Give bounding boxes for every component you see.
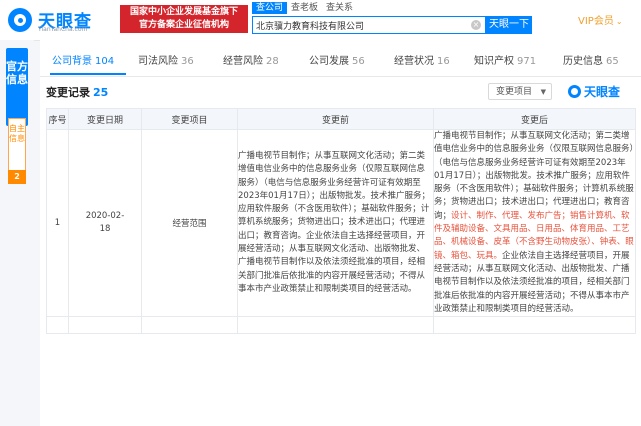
change-item: 经营范围 [141,128,238,318]
table-header-row: 序号 变更日期 变更项目 变更前 变更后 [46,108,636,130]
tab-label: 经营状况 [394,56,434,67]
table-row [46,316,636,335]
chevron-down-icon: ⌄ [615,17,623,26]
tianyancha-logo[interactable]: 天眼查 TianYanCha.com [8,4,113,36]
tab-label: 公司背景 [52,56,92,67]
eye-logo-icon [8,8,32,32]
table-row: 1 2020-02-18 经营范围 广播电视节目制作；从事互联网文化活动；第二类… [46,128,636,318]
tab-count: 971 [517,56,537,67]
search-tab-company[interactable]: 查公司 [252,2,288,14]
tab-business-status[interactable]: 经营状况 16 [394,52,450,67]
table-cell [46,316,69,335]
tab-count: 104 [95,56,115,67]
clear-icon[interactable]: × [471,20,481,30]
logo-domain: TianYanCha.com [38,26,88,33]
side-nav: 官方信息 自主信息 2 [0,40,34,426]
watermark-name: 天眼查 [584,85,621,99]
tab-count: 36 [181,56,194,67]
section-title: 变更记录 25 [46,84,108,100]
column-header: 变更项目 [141,108,238,130]
content-before: 广播电视节目制作；从事互联网文化活动；第二类增值电信业务中的信息服务业务（仅限互… [237,128,434,318]
eye-logo-icon [568,85,581,98]
side-tab-self-info[interactable]: 自主信息 [8,118,26,176]
vip-label: VIP会员 [578,16,614,27]
after-text-start: 广播电视节目制作；从事互联网文化活动；第二类增值电信业务中的信息服务业务（仅限互… [434,131,634,221]
change-records-table: 序号 变更日期 变更项目 变更前 变更后 1 2020-02-18 经营范围 广… [46,108,636,335]
banner-line-2: 官方备案企业征信机构 [138,20,229,30]
table-cell [68,316,142,335]
side-count-badge: 2 [8,170,26,184]
vip-menu[interactable]: VIP会员 ⌄ [578,12,623,27]
table-cell [237,316,434,335]
search-button[interactable]: 天眼一下 [486,16,532,34]
section-count: 25 [93,86,109,99]
change-date: 2020-02-18 [68,128,142,318]
tab-count: 56 [352,56,365,67]
tab-company-background[interactable]: 公司背景 104 [52,52,114,67]
change-item-filter[interactable]: 变更项目 ▼ [488,83,552,100]
column-header: 变更前 [237,108,434,130]
tab-operating-risk[interactable]: 经营风险 28 [223,52,279,67]
column-header: 序号 [46,108,69,130]
tab-judicial-risk[interactable]: 司法风险 36 [138,52,194,67]
search-tab-boss[interactable]: 查老板 [287,2,322,14]
row-index: 1 [46,128,69,318]
filter-label: 变更项目 [496,87,533,97]
tab-label: 知识产权 [474,56,514,67]
tab-label: 司法风险 [138,56,178,67]
active-tab-underline [50,73,126,75]
search-tab-relation[interactable]: 查关系 [322,2,357,14]
banner-line-1: 国家中小企业发展基金旗下 [129,7,238,17]
side-tab-official-info[interactable]: 官方信息 [6,48,28,126]
category-tabs: 公司背景 104 司法风险 36 经营风险 28 公司发展 56 经营状况 16 知识产权… [40,40,641,77]
content-after: 广播电视节目制作；从事互联网文化活动；第二类增值电信业务中的信息服务业务（仅限互… [433,128,636,318]
table-cell [141,316,238,335]
tab-intellectual-property[interactable]: 知识产权 971 [474,52,536,67]
search-input[interactable] [256,17,466,33]
tab-label: 公司发展 [309,56,349,67]
dropdown-arrow-icon: ▼ [540,88,546,96]
official-banner[interactable]: 国家中小企业发展基金旗下 官方备案企业征信机构 [120,5,248,33]
change-date-text: 2020-02-18 [85,211,125,235]
column-header: 变更后 [433,108,636,130]
tab-company-development[interactable]: 公司发展 56 [309,52,365,67]
tab-label: 历史信息 [563,56,603,67]
tab-count: 65 [606,56,619,67]
main-content: 公司背景 104 司法风险 36 经营风险 28 公司发展 56 经营状况 16 知识产权… [40,40,641,426]
tab-label: 经营风险 [223,56,263,67]
tab-count: 16 [437,56,450,67]
column-header: 变更日期 [68,108,142,130]
search-box: × [252,16,486,34]
tab-history-info[interactable]: 历史信息 65 [563,52,619,67]
section-title-label: 变更记录 [46,86,90,99]
top-header: 天眼查 TianYanCha.com 国家中小企业发展基金旗下 官方备案企业征信… [0,0,641,41]
table-cell [433,316,636,335]
tab-count: 28 [266,56,279,67]
search-type-tabs: 查公司 查老板 查关系 [252,2,357,14]
